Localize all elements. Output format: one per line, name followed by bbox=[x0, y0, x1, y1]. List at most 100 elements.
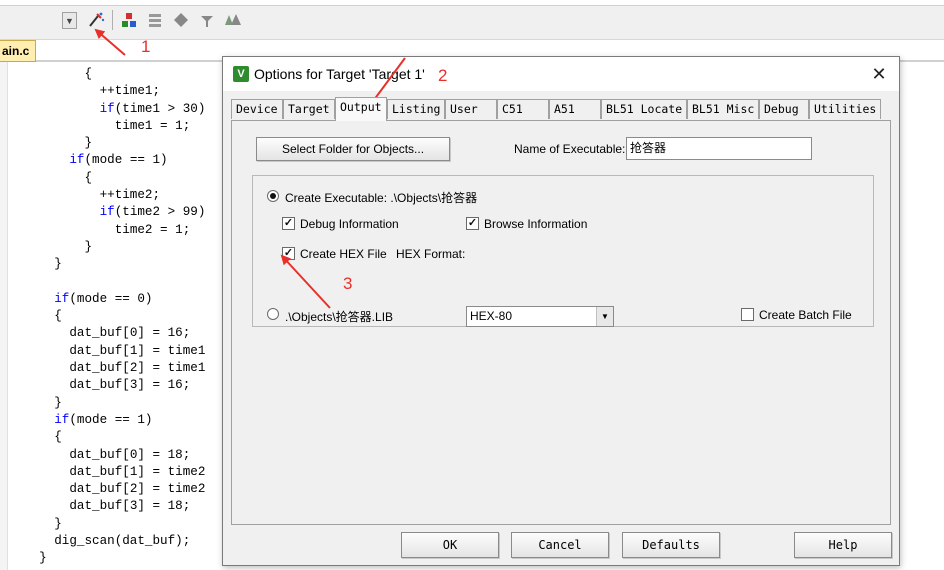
code-text: { bbox=[84, 67, 93, 81]
code-line: } bbox=[24, 256, 234, 273]
tab-a51[interactable]: A51 bbox=[549, 99, 601, 119]
options-tabs: Device Target Output Listing User C51 A5… bbox=[231, 97, 891, 121]
code-text: dig_scan(dat_buf); bbox=[54, 534, 191, 549]
code-line: dat_buf[0] = 18; bbox=[24, 447, 234, 464]
code-keyword: if bbox=[54, 291, 70, 306]
tab-debug[interactable]: Debug bbox=[759, 99, 809, 119]
create-executable-label: Create Executable: .\Objects\抢答器 bbox=[285, 191, 478, 205]
tab-c51[interactable]: C51 bbox=[497, 99, 549, 119]
pin-icon[interactable] bbox=[197, 10, 217, 30]
code-line: ++time2; bbox=[24, 187, 234, 204]
create-library-radio[interactable] bbox=[267, 308, 279, 320]
dialog-title: Options for Target 'Target 1' bbox=[254, 66, 425, 82]
browse-information-label: Browse Information bbox=[484, 217, 588, 231]
code-line: } bbox=[24, 516, 234, 533]
create-executable-radio[interactable] bbox=[267, 190, 279, 202]
tab-user[interactable]: User bbox=[445, 99, 497, 119]
tab-utilities[interactable]: Utilities bbox=[809, 99, 881, 119]
create-hex-file-label: Create HEX File bbox=[300, 247, 387, 261]
code-line: dat_buf[1] = time2 bbox=[24, 464, 234, 481]
browse-information-checkbox[interactable]: ✓ bbox=[466, 217, 479, 230]
code-text: (time1 > 30) bbox=[114, 101, 206, 116]
code-line: dat_buf[2] = time1 bbox=[24, 360, 234, 377]
chevron-down-icon[interactable]: ▼ bbox=[596, 307, 613, 326]
hex-format-select[interactable]: HEX-80 ▼ bbox=[466, 306, 614, 327]
code-line: } bbox=[24, 239, 234, 256]
code-line: time2 = 1; bbox=[24, 222, 234, 239]
code-text: { bbox=[84, 170, 93, 185]
code-text: dat_buf[2] = time1 bbox=[69, 361, 206, 376]
tab-bl51-locate[interactable]: BL51 Locate bbox=[601, 99, 687, 119]
code-line: ++time1; bbox=[24, 83, 234, 100]
create-batch-file-label: Create Batch File bbox=[759, 308, 852, 322]
code-line: if(mode == 1) bbox=[24, 412, 234, 429]
code-line: if(mode == 1) bbox=[24, 152, 234, 169]
tab-output[interactable]: Output bbox=[335, 97, 387, 121]
tab-listing[interactable]: Listing bbox=[387, 99, 445, 119]
code-text: } bbox=[84, 136, 93, 151]
hex-format-label: HEX Format: bbox=[396, 247, 466, 261]
toolbar-separator bbox=[112, 10, 113, 30]
code-text: ++time1; bbox=[99, 84, 161, 99]
code-line: if(mode == 0) bbox=[24, 291, 234, 308]
code-text: dat_buf[1] = time2 bbox=[69, 464, 206, 479]
debug-information-checkbox[interactable]: ✓ bbox=[282, 217, 295, 230]
menu-strip bbox=[0, 0, 944, 6]
code-text: } bbox=[54, 395, 62, 410]
code-line: if(time1 > 30) bbox=[24, 101, 234, 118]
name-of-executable-input[interactable]: 抢答器 bbox=[626, 137, 812, 160]
tab-target[interactable]: Target bbox=[283, 99, 335, 119]
code-text: dat_buf[1] = time1 bbox=[69, 343, 206, 358]
annotation-label-3: 3 bbox=[343, 274, 353, 293]
code-line: dat_buf[0] = 16; bbox=[24, 325, 234, 342]
code-text: (mode == 0) bbox=[69, 291, 153, 306]
code-keyword: if bbox=[99, 205, 115, 220]
books-icon[interactable] bbox=[223, 10, 243, 30]
magic-wand-icon[interactable] bbox=[86, 10, 106, 30]
create-hex-file-checkbox[interactable]: ✓ bbox=[282, 247, 295, 260]
code-line: time1 = 1; bbox=[24, 118, 234, 135]
tab-bl51-misc[interactable]: BL51 Misc bbox=[687, 99, 759, 119]
ok-button[interactable]: OK bbox=[401, 532, 499, 558]
manage-components-icon[interactable] bbox=[145, 10, 165, 30]
diamond-icon[interactable] bbox=[171, 10, 191, 30]
file-tab[interactable]: ain.c bbox=[0, 40, 36, 62]
editor-gutter bbox=[0, 62, 8, 570]
code-text: { bbox=[54, 430, 62, 445]
annotation-label-1: 1 bbox=[141, 37, 151, 56]
code-line: } bbox=[24, 135, 234, 152]
close-button[interactable]: ✕ bbox=[865, 61, 893, 87]
code-line: { bbox=[24, 66, 234, 83]
dialog-title-bar[interactable]: V Options for Target 'Target 1' ✕ bbox=[223, 57, 899, 91]
create-library-label: .\Objects\抢答器.LIB bbox=[285, 310, 394, 324]
code-line: dat_buf[3] = 18; bbox=[24, 498, 234, 515]
code-text: } bbox=[84, 239, 93, 254]
tab-device[interactable]: Device bbox=[231, 99, 283, 119]
cancel-button[interactable]: Cancel bbox=[511, 532, 609, 558]
code-line: } bbox=[24, 395, 234, 412]
code-text: } bbox=[54, 257, 62, 272]
debug-information-label: Debug Information bbox=[300, 217, 399, 231]
ide-toolbar: ▼ bbox=[0, 0, 944, 40]
code-text: { bbox=[54, 309, 62, 324]
code-line: dig_scan(dat_buf); bbox=[24, 533, 234, 550]
select-folder-button[interactable]: Select Folder for Objects... bbox=[256, 137, 450, 161]
help-button[interactable]: Help bbox=[794, 532, 892, 558]
hex-format-value: HEX-80 bbox=[470, 309, 513, 323]
dropdown-arrow-icon[interactable]: ▼ bbox=[62, 12, 77, 29]
code-text: time1 = 1; bbox=[114, 118, 191, 133]
code-text: dat_buf[3] = 18; bbox=[69, 499, 191, 514]
code-editor[interactable]: { ++time1; if(time1 > 30) time1 = 1; } i… bbox=[24, 66, 234, 570]
code-line: dat_buf[2] = time2 bbox=[24, 481, 234, 498]
code-text: dat_buf[3] = 16; bbox=[69, 378, 191, 393]
code-text: } bbox=[54, 516, 62, 531]
options-dialog: V Options for Target 'Target 1' ✕ Device… bbox=[222, 56, 900, 566]
code-line: dat_buf[1] = time1 bbox=[24, 343, 234, 360]
create-batch-file-checkbox[interactable] bbox=[741, 308, 754, 321]
code-text: dat_buf[0] = 16; bbox=[69, 326, 191, 341]
name-of-executable-label: Name of Executable: bbox=[514, 142, 626, 156]
target-options-icon[interactable] bbox=[119, 10, 139, 30]
code-text: (mode == 1) bbox=[69, 412, 153, 427]
defaults-button[interactable]: Defaults bbox=[622, 532, 720, 558]
